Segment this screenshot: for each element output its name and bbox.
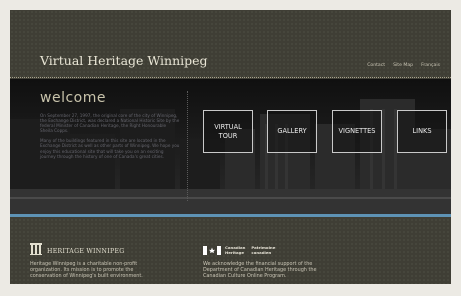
ch-fr-line-2: canadien (251, 249, 272, 255)
header-divider (10, 77, 451, 78)
nav-site-map-link[interactable]: Site Map (393, 63, 413, 68)
top-nav: Contact Site Map Français (367, 63, 440, 68)
links-button[interactable]: LINKS (397, 110, 447, 153)
canadian-heritage-acknowledgement: We acknowledge the financial support of … (203, 261, 317, 279)
footer: HERITAGE WINNIPEG Heritage Winnipeg is a… (10, 217, 451, 284)
hero-banner: welcome On September 27, 1997, the origi… (10, 79, 451, 214)
heritage-building-icon (30, 243, 42, 255)
canada-flag-icon (203, 246, 221, 256)
ch-en-line-2: Heritage (225, 249, 245, 255)
nav-francais-link[interactable]: Français (421, 63, 440, 68)
hero-divider (187, 91, 188, 201)
canadian-heritage-logo[interactable]: Canadian Patrimoine Heritage canadien (203, 245, 275, 256)
virtual-tour-button[interactable]: VIRTUAL TOUR (203, 110, 253, 153)
intro-paragraph-1: On September 27, 1997, the original core… (40, 113, 180, 134)
canadian-heritage-wordmark: Canadian Patrimoine Heritage canadien (225, 245, 275, 255)
vignettes-button[interactable]: VIGNETTES (332, 110, 382, 153)
nav-contact-link[interactable]: Contact (367, 63, 385, 68)
page-frame: Virtual Heritage Winnipeg Contact Site M… (10, 10, 451, 284)
heritage-winnipeg-logo[interactable]: HERITAGE WINNIPEG (30, 242, 125, 255)
site-title[interactable]: Virtual Heritage Winnipeg (40, 53, 208, 68)
heritage-winnipeg-description: Heritage Winnipeg is a charitable non-pr… (30, 261, 143, 279)
gallery-button[interactable]: GALLERY (267, 110, 317, 153)
intro-paragraph-2: Many of the buildings featured in this s… (40, 138, 180, 159)
intro-text: On September 27, 1997, the original core… (40, 113, 180, 164)
heritage-winnipeg-name: HERITAGE WINNIPEG (47, 248, 125, 255)
header: Virtual Heritage Winnipeg Contact Site M… (10, 10, 451, 78)
welcome-heading: welcome (40, 90, 106, 106)
